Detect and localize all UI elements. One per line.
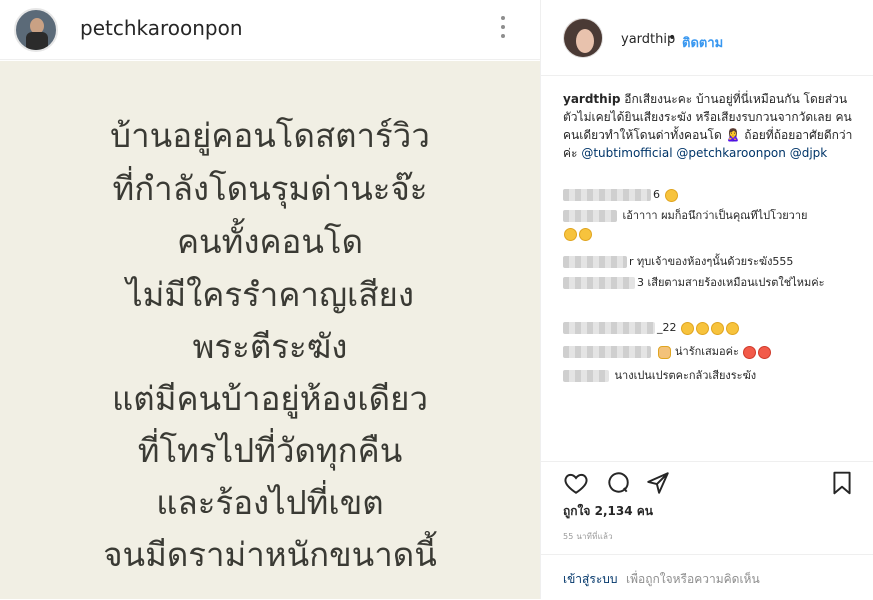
note-line: ที่โทรไปที่วัดทุกคืน (137, 431, 403, 470)
comment-item: นางเปนเปรตคะกลัวเสียงระฆัง (563, 367, 859, 385)
follow-button[interactable]: ติดตาม (682, 32, 723, 53)
comment-item: _22 (563, 319, 859, 337)
mention-link[interactable]: @petchkaroonpon (676, 146, 786, 160)
comment-icon[interactable] (605, 470, 631, 496)
note-line: ไม่มีใครรำคาญเสียง (126, 275, 414, 314)
pray-emoji-icon (657, 345, 671, 359)
comment-username-suffix: _22 (657, 321, 677, 334)
note-line: พระตีระฆัง (192, 327, 348, 366)
comment-text: เอ้าาาา ผมก็อนึกว่าเป็นคุณทีไปโวยวาย (622, 209, 808, 222)
comment-text: น่ารักเสมอค่ะ (675, 345, 739, 358)
heart-icon[interactable] (563, 470, 589, 496)
caption-username[interactable]: yardthip (563, 92, 620, 106)
kiss-emoji-icon (758, 345, 772, 359)
smirk-emoji-icon (564, 227, 577, 241)
caption: yardthip อีกเสียงนะคะ บ้านอยู่ที่นี่เหมื… (563, 90, 859, 162)
panel-header: yardthip • ติดตาม (541, 0, 873, 76)
comment-username-suffix: 3 (637, 276, 644, 289)
comment-item: 6 (563, 186, 859, 204)
comment-username-suffix: r (629, 255, 634, 268)
blurred-username (563, 346, 651, 358)
comment-item: r ทุบเจ้าของห้องๆนั้นด้วยระฆัง555 (563, 253, 859, 271)
author-avatar[interactable] (14, 8, 58, 52)
blurred-username (563, 277, 635, 289)
note-line: และร้องไปที่เขต (156, 483, 384, 522)
laugh-emoji-icon (664, 188, 678, 202)
laugh-emoji-icon (579, 227, 592, 241)
blurred-username (563, 322, 655, 334)
unamused-emoji-icon (696, 321, 709, 335)
save-icon[interactable] (829, 470, 855, 496)
comment-bar: เข้าสู่ระบบ เพื่อถูกใจหรือความคิดเห็น (541, 554, 873, 600)
blurred-username (563, 210, 617, 222)
likes-count[interactable]: ถูกใจ 2,134 คน (563, 502, 653, 521)
share-icon[interactable] (645, 470, 671, 496)
comment-prompt: เพื่อถูกใจหรือความคิดเห็น (626, 572, 760, 586)
more-icon[interactable] (498, 16, 508, 42)
mention-link[interactable]: @tubtimofficial (581, 146, 672, 160)
note-line: แต่มีคนบ้าอยู่ห้องเดียว (112, 379, 428, 418)
mention-link[interactable]: @djpk (790, 146, 828, 160)
blurred-username (563, 189, 651, 201)
blurred-username (563, 256, 627, 268)
avatar-face (576, 29, 594, 53)
post-image: บ้านอยู่คอนโดสตาร์วิว ที่กำลังโดนรุมด่าน… (0, 61, 540, 599)
comment-username-suffix: 6 (653, 188, 660, 201)
comment-text: เสียตามสายร้องเหมือนเปรตใช่ไหมค่ะ (647, 276, 825, 289)
author-username[interactable]: petchkaroonpon (80, 16, 243, 40)
post-timestamp: 55 นาทีที่แล้ว (563, 532, 613, 541)
comment-text: นางเปนเปรตคะกลัวเสียงระฆัง (614, 369, 757, 382)
comment-item: น่ารักเสมอค่ะ (563, 343, 859, 361)
avatar-body (26, 32, 48, 50)
note-line: คนทั้งคอนโด (176, 222, 364, 261)
post-actions: ถูกใจ 2,134 คน 55 นาทีที่แล้ว เข้าสู่ระบ… (541, 461, 873, 599)
unamused-emoji-icon (726, 321, 739, 335)
post-header: petchkaroonpon (0, 0, 540, 60)
note-line: ที่กำลังโดนรุมด่านะจ๊ะ (112, 169, 428, 208)
comment-item: เอ้าาาา ผมก็อนึกว่าเป็นคุณทีไปโวยวาย (563, 207, 859, 243)
separator-dot: • (668, 30, 677, 46)
comments-list[interactable]: yardthip อีกเสียงนะคะ บ้านอยู่ที่นี่เหมื… (541, 76, 873, 461)
login-link[interactable]: เข้าสู่ระบบ (563, 570, 618, 589)
unamused-emoji-icon (681, 321, 694, 335)
comment-item: 3 เสียตามสายร้องเหมือนเปรตใช่ไหมค่ะ (563, 274, 859, 292)
note-line: บ้านอยู่คอนโดสตาร์วิว (110, 116, 430, 155)
blurred-username (563, 370, 609, 382)
heart-eyes-emoji-icon (743, 345, 757, 359)
commenter-avatar[interactable] (563, 18, 603, 58)
note-line: จนมีดราม่าหนักขนาดนี้ (103, 535, 437, 574)
comment-text: ทุบเจ้าของห้องๆนั้นด้วยระฆัง555 (637, 255, 794, 268)
unamused-emoji-icon (711, 321, 724, 335)
